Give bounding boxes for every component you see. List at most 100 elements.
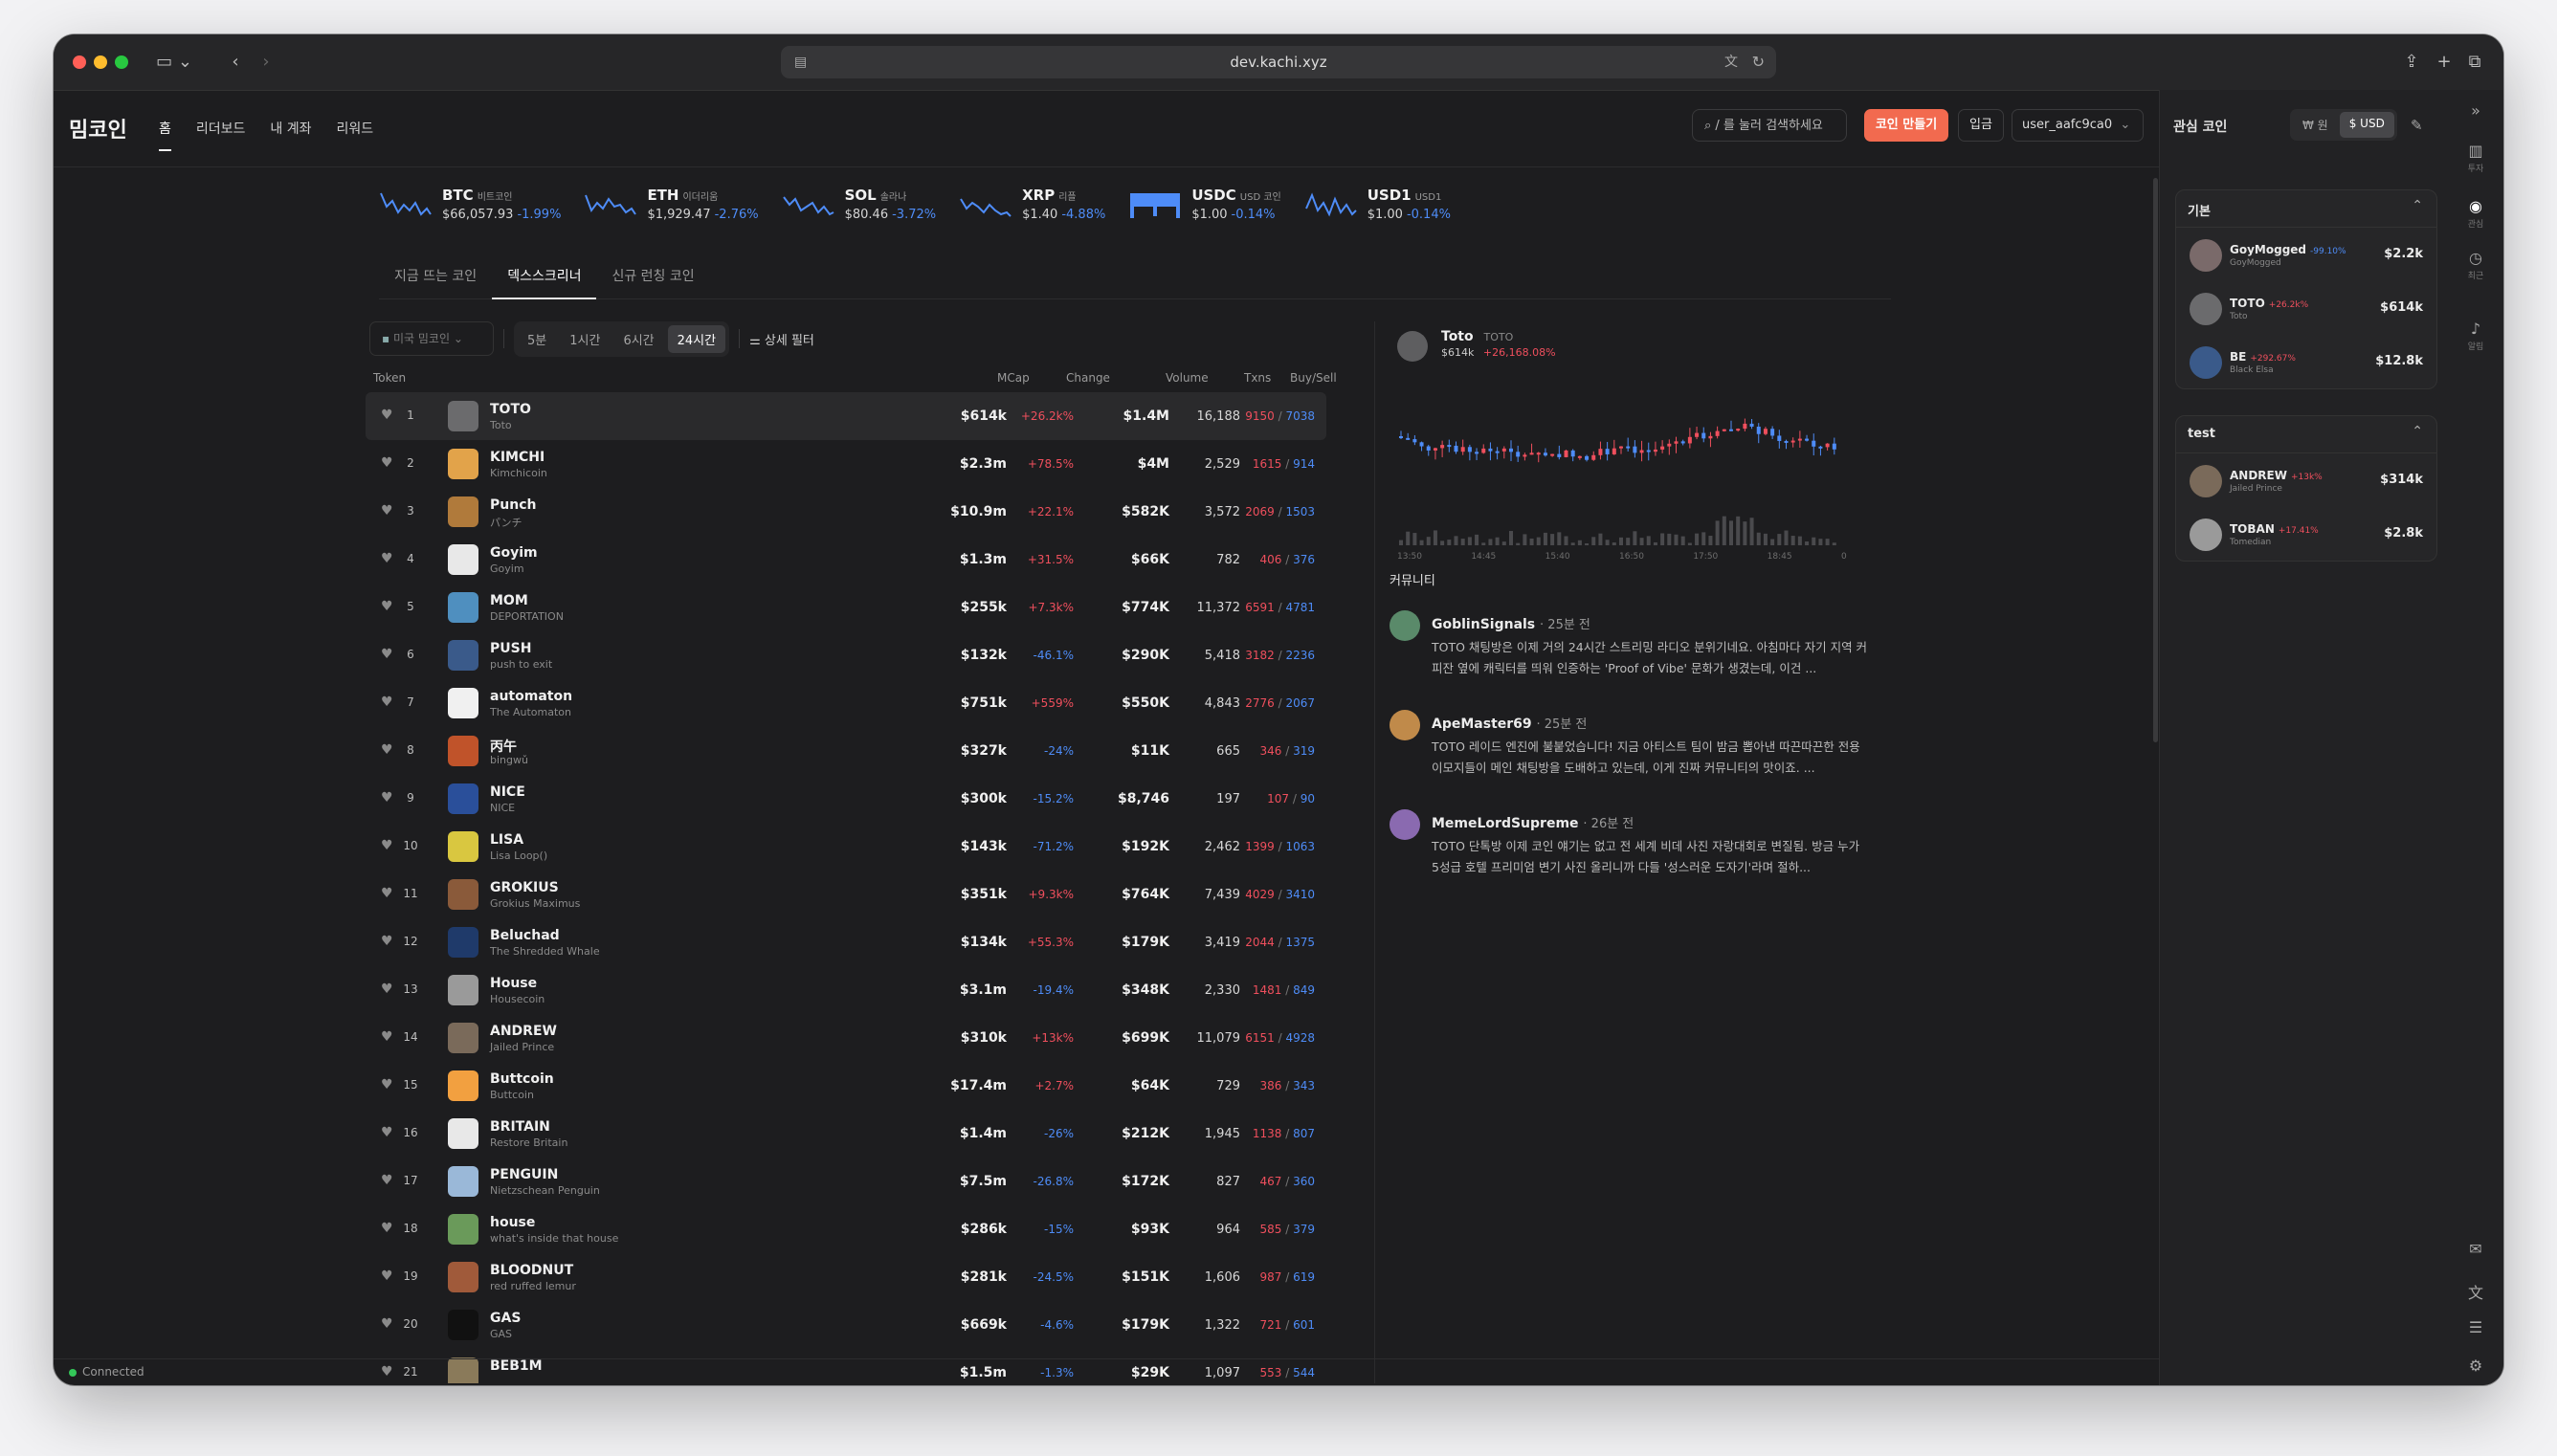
favorite-heart-icon[interactable]: ♥	[381, 1268, 393, 1284]
language-icon[interactable]: 文	[2447, 1280, 2503, 1303]
app-logo[interactable]: 밈코인	[69, 113, 127, 143]
minimize-window-button[interactable]	[94, 55, 107, 69]
favorite-heart-icon[interactable]: ♥	[381, 599, 393, 614]
chevron-up-icon[interactable]: ⌃	[2412, 198, 2423, 213]
table-row[interactable]: ♥ 2 KIMCHI Kimchicoin $2.3m +78.5% $4M 2,529 161…	[366, 440, 1326, 488]
favorite-heart-icon[interactable]: ♥	[381, 1077, 393, 1092]
nav-rewards[interactable]: 리워드	[337, 119, 374, 138]
col-change[interactable]: Change	[1066, 371, 1110, 385]
watchlist-item[interactable]: GoyMogged -99.10% GoyMogged $2.2k	[2176, 228, 2436, 281]
table-row[interactable]: ♥ 6 PUSH push to exit $132k -46.1% $290K 5,418 3…	[366, 631, 1326, 679]
timeframe-24h[interactable]: 24시간	[667, 324, 726, 353]
table-row[interactable]: ♥ 12 Beluchad The Shredded Whale $134k +55.3%…	[366, 918, 1326, 966]
ticker-item[interactable]: XRP 리플 $1.40 -4.88%	[959, 186, 1105, 222]
table-row[interactable]: ♥ 10 LISA Lisa Loop() $143k -71.2% $192K 2,462 1…	[366, 823, 1326, 871]
watchlist-item[interactable]: TOTO +26.2k% Toto $614k	[2176, 281, 2436, 335]
tab-new-launch[interactable]: 신규 런칭 코인	[596, 256, 709, 298]
table-row[interactable]: ♥ 18 house what's inside that house $286k -15…	[366, 1205, 1326, 1253]
watchlist-item[interactable]: TOBAN +17.41% Tomedian $2.8k	[2176, 507, 2436, 561]
watchlist-group-header[interactable]: test ⌃	[2176, 416, 2436, 453]
currency-usd[interactable]: $ USD	[2339, 112, 2394, 138]
favorite-heart-icon[interactable]: ♥	[381, 695, 393, 710]
sidebar-toggle-icon[interactable]: ▭ ⌄	[153, 49, 195, 76]
table-row[interactable]: ♥ 7 automaton The Automaton $751k +559% $550K 4…	[366, 679, 1326, 727]
table-row[interactable]: ♥ 20 GAS GAS $669k -4.6% $179K 1,322 721 / 601	[366, 1301, 1326, 1349]
share-icon[interactable]: ⇪	[2398, 49, 2425, 76]
close-window-button[interactable]	[73, 55, 86, 69]
table-row[interactable]: ♥ 3 Punch パンチ $10.9m +22.1% $582K 3,572 2069 / 1…	[366, 488, 1326, 536]
table-row[interactable]: ♥ 13 House Housecoin $3.1m -19.4% $348K 2,330 14…	[366, 966, 1326, 1014]
favorite-heart-icon[interactable]: ♥	[381, 742, 393, 758]
rail-watchlist[interactable]: ◉ 관심	[2447, 191, 2503, 235]
chevron-up-icon[interactable]: ⌃	[2412, 424, 2423, 439]
table-row[interactable]: ♥ 8 丙午 bingwǔ $327k -24% $11K 665 346 / 319	[366, 727, 1326, 775]
main-scrollbar[interactable]	[2153, 178, 2158, 742]
col-txns[interactable]: Txns	[1244, 371, 1271, 385]
currency-krw[interactable]: ₩ 원	[2293, 112, 2338, 138]
watchlist-group-header[interactable]: 기본 ⌃	[2176, 190, 2436, 228]
favorite-heart-icon[interactable]: ♥	[381, 503, 393, 518]
ticker-item[interactable]: BTC 비트코인 $66,057.93 -1.99%	[379, 186, 561, 222]
edit-icon[interactable]: ✎	[2411, 117, 2423, 134]
col-volume[interactable]: Volume	[1166, 371, 1209, 385]
table-row[interactable]: ♥ 16 BRITAIN Restore Britain $1.4m -26% $212K 1…	[366, 1110, 1326, 1158]
user-menu-button[interactable]: user_aafc9ca0 ⌄	[2012, 109, 2144, 142]
table-row[interactable]: ♥ 17 PENGUIN Nietzschean Penguin $7.5m -26.8%…	[366, 1158, 1326, 1205]
table-row[interactable]: ♥ 1 TOTO Toto $614k +26.2k% $1.4M 16,188 9150 / …	[366, 392, 1326, 440]
translate-icon[interactable]: 文	[1724, 46, 1738, 78]
timeframe-1h[interactable]: 1시간	[560, 325, 610, 353]
favorite-heart-icon[interactable]: ♥	[381, 551, 393, 566]
rail-alerts[interactable]: ♪ 알림	[2447, 320, 2503, 352]
tab-trending[interactable]: 지금 뜨는 코인	[379, 256, 492, 298]
sliders-icon[interactable]: ☰	[2447, 1318, 2503, 1336]
favorite-heart-icon[interactable]: ♥	[381, 647, 393, 662]
nav-my-account[interactable]: 내 계좌	[270, 119, 311, 138]
collapse-icon[interactable]: »	[2447, 101, 2503, 120]
detail-filter-button[interactable]: ⚌ 상세 필터	[749, 330, 814, 348]
settings-gear-icon[interactable]: ⚙	[2447, 1357, 2503, 1375]
watchlist-item[interactable]: ANDREW +13k% Jailed Prince $314k	[2176, 453, 2436, 507]
favorite-heart-icon[interactable]: ♥	[381, 934, 393, 949]
rail-recent[interactable]: ◷ 최근	[2447, 249, 2503, 281]
table-row[interactable]: ♥ 15 Buttcoin Buttcoin $17.4m +2.7% $64K 729 386…	[366, 1062, 1326, 1110]
market-select[interactable]: ▪ 미국 밈코인 ⌄	[369, 321, 494, 356]
tab-dexscreener[interactable]: 덱스스크리너	[492, 256, 597, 299]
zoom-window-button[interactable]	[115, 55, 128, 69]
timeframe-6h[interactable]: 6시간	[613, 325, 663, 353]
ticker-item[interactable]: ETH 이더리움 $1,929.47 -2.76%	[584, 186, 759, 222]
create-coin-button[interactable]: 코인 만들기	[1864, 109, 1948, 142]
new-tab-icon[interactable]: +	[2431, 49, 2457, 76]
timeframe-5m[interactable]: 5분	[518, 325, 556, 353]
nav-leaderboard[interactable]: 리더보드	[196, 119, 246, 138]
tab-overview-icon[interactable]: ⧉	[2461, 49, 2488, 76]
favorite-heart-icon[interactable]: ♥	[381, 1173, 393, 1188]
watchlist-item[interactable]: BE +292.67% Black Elsa $12.8k	[2176, 335, 2436, 388]
deposit-button[interactable]: 입금	[1958, 109, 2004, 142]
nav-home[interactable]: 홈	[159, 119, 171, 151]
favorite-heart-icon[interactable]: ♥	[381, 408, 393, 423]
address-bar[interactable]: ▤ dev.kachi.xyz 文 ↻	[781, 46, 1776, 78]
table-row[interactable]: ♥ 19 BLOODNUT red ruffed lemur $281k -24.5% $1…	[366, 1253, 1326, 1301]
rail-invest[interactable]: ▥ 투자	[2447, 142, 2503, 174]
ticker-item[interactable]: SOL 솔라나 $80.46 -3.72%	[782, 186, 936, 222]
table-row[interactable]: ♥ 5 MOM DEPORTATION $255k +7.3k% $774K 11,372 65…	[366, 584, 1326, 631]
favorite-heart-icon[interactable]: ♥	[381, 838, 393, 853]
price-candlestick-chart[interactable]: 13:50 14:45 15:40 16:50 17:50 18:45 0	[1390, 379, 1858, 561]
favorite-heart-icon[interactable]: ♥	[381, 1221, 393, 1236]
table-row[interactable]: ♥ 11 GROKIUS Grokius Maximus $351k +9.3k% $764…	[366, 871, 1326, 918]
table-row[interactable]: ♥ 4 Goyim Goyim $1.3m +31.5% $66K 782 406 / 376	[366, 536, 1326, 584]
mail-icon[interactable]: ✉	[2447, 1240, 2503, 1258]
back-icon[interactable]: ‹	[222, 49, 249, 76]
table-row[interactable]: ♥ 14 ANDREW Jailed Prince $310k +13k% $699K 11,…	[366, 1014, 1326, 1062]
favorite-heart-icon[interactable]: ♥	[381, 1316, 393, 1332]
site-info-icon[interactable]: ▤	[794, 46, 807, 78]
ticker-item[interactable]: USD1 USD1 $1.00 -0.14%	[1304, 186, 1451, 222]
ticker-item[interactable]: USDC USD 코인 $1.00 -0.14%	[1128, 186, 1281, 222]
favorite-heart-icon[interactable]: ♥	[381, 886, 393, 901]
forward-icon[interactable]: ›	[253, 49, 279, 76]
favorite-heart-icon[interactable]: ♥	[381, 455, 393, 471]
favorite-heart-icon[interactable]: ♥	[381, 982, 393, 997]
table-row[interactable]: ♥ 9 NICE NICE $300k -15.2% $8,746 197 107 / 90	[366, 775, 1326, 823]
favorite-heart-icon[interactable]: ♥	[381, 1125, 393, 1140]
favorite-heart-icon[interactable]: ♥	[381, 790, 393, 805]
